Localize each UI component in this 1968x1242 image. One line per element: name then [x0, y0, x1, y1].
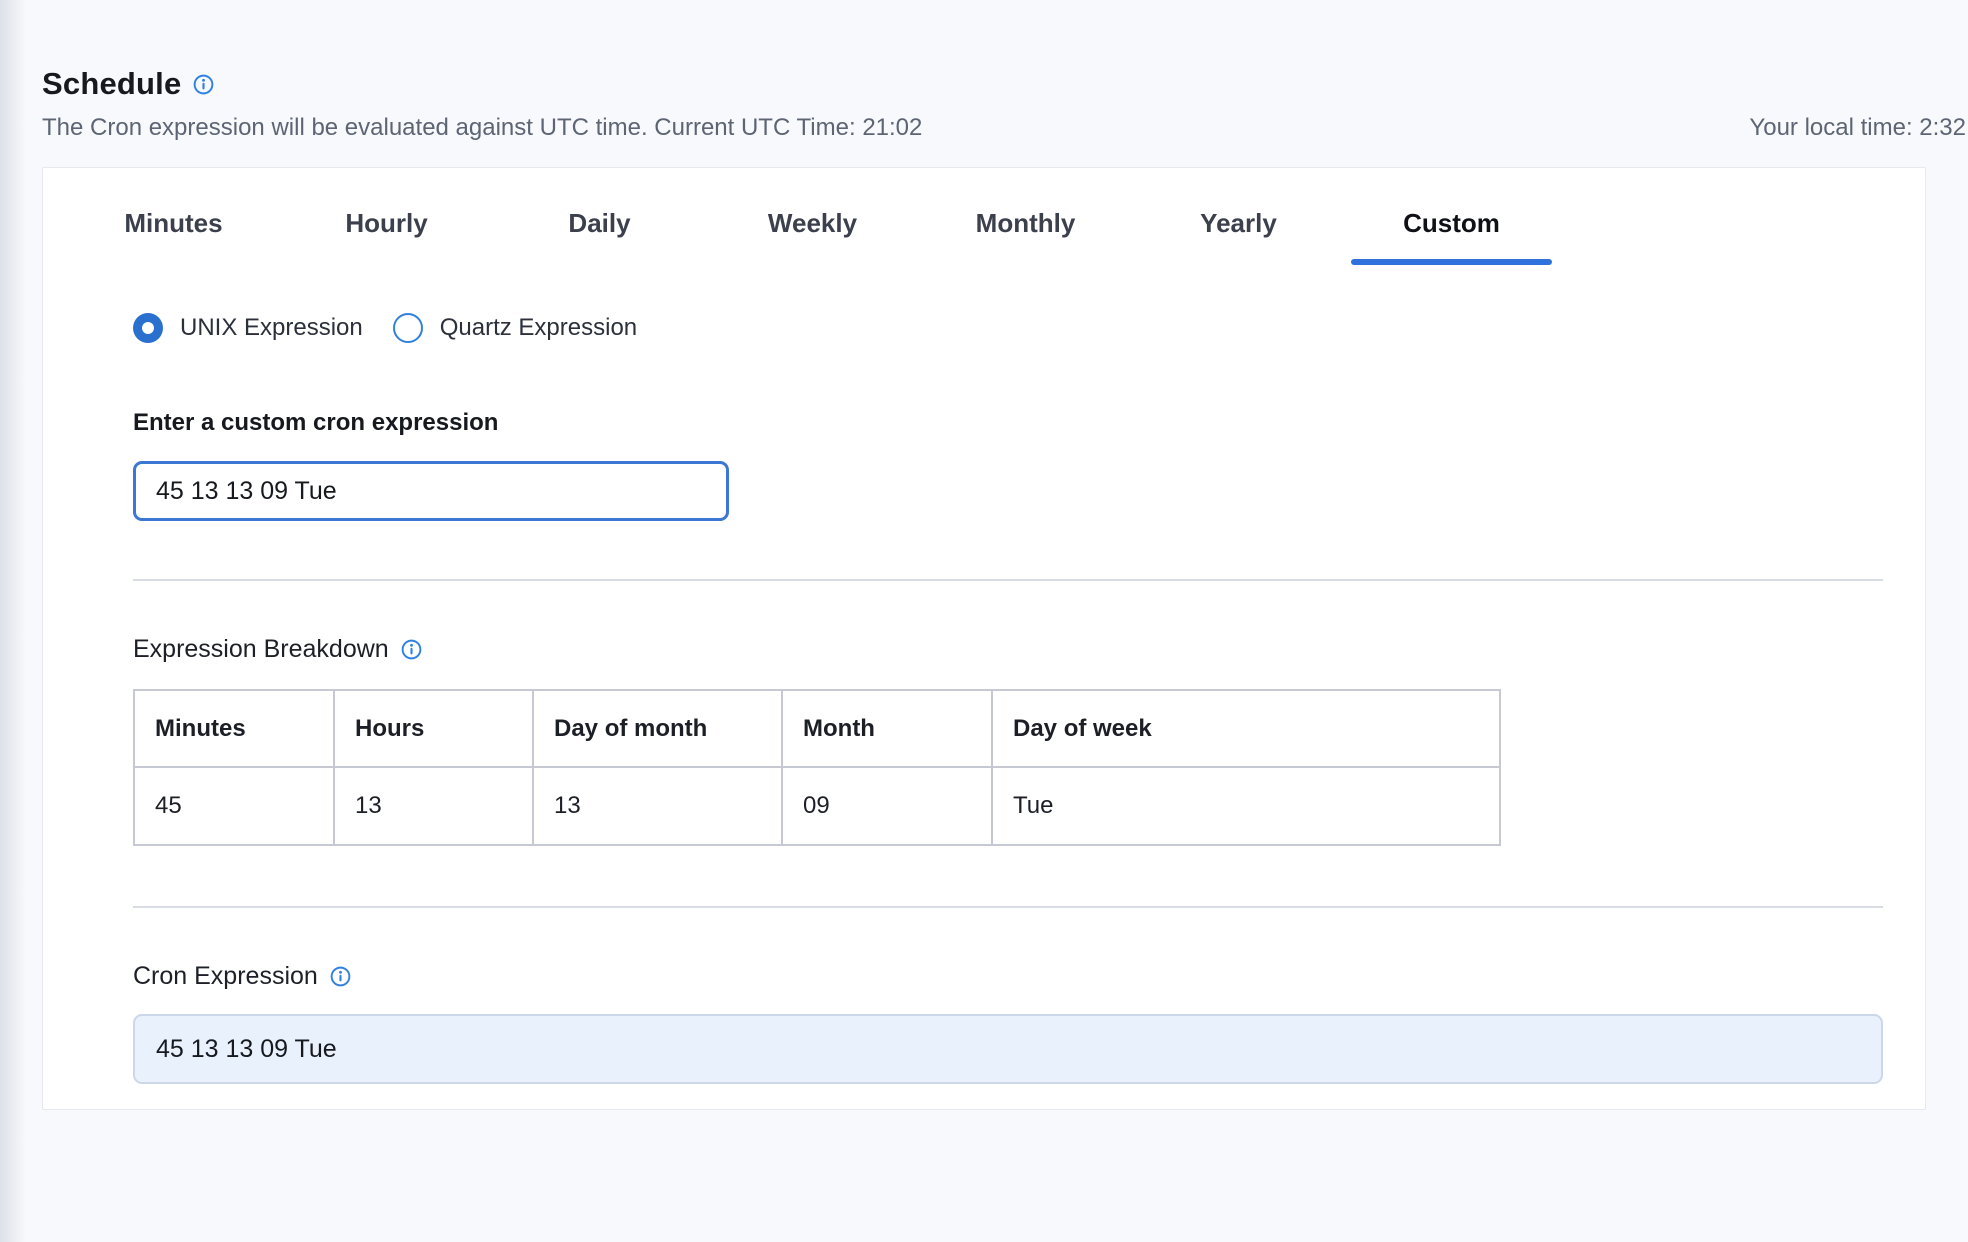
minutes-value: 45	[134, 767, 334, 845]
cron-expression-readonly-field: 45 13 13 09 Tue	[133, 1014, 1883, 1084]
breakdown-title: Expression Breakdown	[133, 635, 389, 664]
day-of-week-value: Tue	[992, 767, 1500, 845]
info-icon[interactable]	[401, 639, 422, 660]
breakdown-value-row: 45 13 13 09 Tue	[134, 767, 1500, 845]
cron-expression-value: 45 13 13 09 Tue	[156, 1035, 337, 1064]
schedule-card: Minutes Hourly Daily Weekly Monthly Year…	[42, 167, 1926, 1110]
quartz-expression-radio[interactable]: Quartz Expression	[393, 313, 637, 343]
page-left-shade	[0, 0, 26, 1242]
custom-cron-input[interactable]	[133, 461, 729, 521]
column-header-day-of-month: Day of month	[533, 690, 782, 767]
quartz-expression-label: Quartz Expression	[440, 314, 637, 342]
column-header-day-of-week: Day of week	[992, 690, 1500, 767]
tab-minutes[interactable]: Minutes	[67, 200, 280, 265]
breakdown-header-row: Minutes Hours Day of month Month Day of …	[134, 690, 1500, 767]
tab-hourly[interactable]: Hourly	[280, 200, 493, 265]
column-header-minutes: Minutes	[134, 690, 334, 767]
schedule-header: Schedule The Cron expression will be eva…	[42, 66, 1966, 142]
radio-selected-icon[interactable]	[133, 313, 163, 343]
day-of-month-value: 13	[533, 767, 782, 845]
radio-unselected-icon[interactable]	[393, 313, 423, 343]
tab-custom[interactable]: Custom	[1345, 200, 1558, 265]
utc-time-note: The Cron expression will be evaluated ag…	[42, 114, 922, 142]
cron-expression-title: Cron Expression	[133, 962, 318, 991]
expression-type-radio-group: UNIX Expression Quartz Expression	[133, 313, 1883, 343]
unix-expression-radio[interactable]: UNIX Expression	[133, 313, 363, 343]
tab-monthly[interactable]: Monthly	[919, 200, 1132, 265]
month-value: 09	[782, 767, 992, 845]
column-header-month: Month	[782, 690, 992, 767]
hours-value: 13	[334, 767, 533, 845]
tab-yearly[interactable]: Yearly	[1132, 200, 1345, 265]
info-icon[interactable]	[193, 74, 214, 95]
local-time-note: Your local time: 2:32	[1749, 114, 1966, 142]
expression-breakdown-table: Minutes Hours Day of month Month Day of …	[133, 689, 1501, 846]
info-icon[interactable]	[330, 966, 351, 987]
schedule-tabs: Minutes Hourly Daily Weekly Monthly Year…	[67, 200, 1925, 265]
page-title: Schedule	[42, 66, 181, 102]
tab-daily[interactable]: Daily	[493, 200, 706, 265]
custom-cron-label: Enter a custom cron expression	[133, 409, 1883, 437]
tab-weekly[interactable]: Weekly	[706, 200, 919, 265]
unix-expression-label: UNIX Expression	[180, 314, 363, 342]
column-header-hours: Hours	[334, 690, 533, 767]
section-divider	[133, 579, 1883, 581]
section-divider	[133, 906, 1883, 908]
